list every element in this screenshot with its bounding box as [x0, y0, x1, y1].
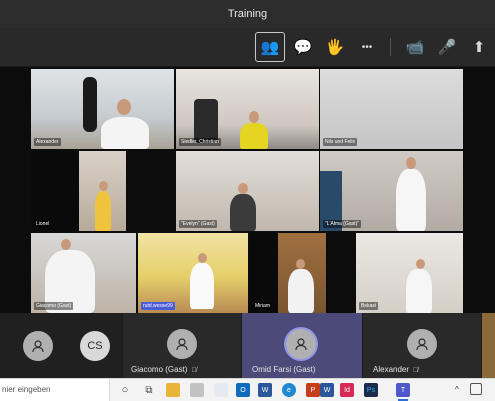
more-icon: ••• — [361, 41, 373, 53]
camera-icon: 📹 — [405, 39, 425, 56]
participant-tile[interactable] — [482, 313, 495, 378]
participant-head — [249, 111, 259, 123]
tile-label: "Evelyn" (Gast) — [179, 220, 217, 228]
reactions-button[interactable]: 🖐 — [320, 32, 350, 62]
participant-tile[interactable]: CS — [0, 313, 122, 378]
word-icon[interactable]: W — [258, 383, 272, 397]
video-tile[interactable]: Nils und Felix — [320, 69, 463, 149]
participant-name-row: Giacomo (Gast) 🎙̸ — [131, 365, 197, 374]
toolbar-divider — [390, 38, 391, 56]
participant-head — [99, 181, 108, 191]
search-placeholder: nier eingeben — [2, 385, 51, 394]
participant-head — [416, 259, 425, 269]
video-tile[interactable]: Bekasi — [356, 233, 463, 313]
tile-label: Giacomo (Gast) — [34, 302, 74, 310]
mic-off-icon: 🎙̸ — [191, 367, 197, 374]
indesign-icon[interactable]: Id — [340, 383, 354, 397]
tile-label: Bekasi — [359, 302, 379, 310]
edge-icon[interactable]: e — [282, 383, 296, 397]
person-icon — [416, 338, 428, 351]
person-icon — [32, 340, 44, 353]
avatar — [23, 331, 53, 361]
video-tile[interactable]: "L'Alma (Gast)" — [320, 151, 463, 231]
tile-label: Nils und Felix — [323, 138, 358, 146]
teams-icon[interactable]: T — [396, 383, 410, 401]
participant-name-row: Alexander 🎙̸ — [373, 365, 418, 374]
show-hidden-icons-icon[interactable]: ^ — [455, 385, 459, 394]
participants-button[interactable]: 👥 — [255, 32, 285, 62]
video-tile[interactable]: "Evelyn" (Gast) — [176, 151, 319, 231]
chat-button[interactable]: 💬 — [288, 32, 318, 62]
person-icon — [295, 338, 307, 351]
outlook-icon[interactable]: O — [236, 383, 250, 397]
share-icon: ⬆ — [472, 39, 486, 56]
task-view-icon[interactable]: ⧉ — [142, 383, 156, 397]
reactions-icon: 🖐 — [325, 39, 345, 56]
participant-body — [95, 191, 111, 231]
cortana-icon[interactable]: ○ — [118, 383, 132, 397]
participants-icon: 👥 — [260, 39, 280, 56]
background-object — [194, 99, 218, 143]
windows-taskbar: nier eingeben ○ ⧉ O W e P W Id Ps T ^ — [0, 378, 495, 401]
participant-head — [406, 157, 416, 169]
network-icon[interactable] — [470, 383, 482, 395]
avatar — [167, 329, 197, 359]
participant-tile[interactable]: Omid Farsi (Gast) — [242, 313, 362, 378]
video-tile[interactable]: Lionel — [31, 151, 126, 231]
participant-head — [198, 253, 207, 263]
avatar-initials: CS — [87, 340, 103, 352]
participant-name: Giacomo (Gast) — [131, 365, 188, 374]
participant-name: Alexander — [373, 365, 410, 374]
participant-head — [238, 183, 248, 194]
video-tile[interactable]: Alexander — [31, 69, 174, 149]
participant-body — [240, 123, 268, 149]
avatar — [407, 329, 437, 359]
participant-head — [61, 239, 71, 250]
participant-body — [230, 194, 256, 231]
microphone-button[interactable]: 🎤 — [432, 32, 462, 62]
title-bar: Training — [0, 0, 495, 28]
avatar: CS — [80, 331, 110, 361]
photoshop-icon[interactable]: Ps — [364, 383, 378, 397]
word-icon-2[interactable]: W — [320, 383, 334, 397]
participant-body — [101, 117, 149, 149]
video-tile[interactable]: Siedler, Christian — [176, 69, 319, 149]
video-tile[interactable]: Miriam — [250, 233, 328, 313]
video-tile[interactable]: Giacomo (Gast) — [31, 233, 136, 313]
tile-label: Alexander — [34, 138, 61, 146]
app-icon[interactable] — [190, 383, 204, 397]
participant-body — [288, 269, 314, 313]
tile-label: Siedler, Christian — [179, 138, 221, 146]
meeting-toolbar: 👥 💬 🖐 ••• 📹 🎤 ⬆ — [0, 28, 495, 67]
powerpoint-icon[interactable]: P — [306, 383, 320, 397]
tile-label: rutd.wesse99 — [141, 302, 175, 310]
app-icon[interactable] — [214, 383, 228, 397]
participant-body — [190, 263, 214, 309]
tile-label: Lionel — [34, 220, 52, 228]
video-gallery: Alexander Siedler, Christian Nils und Fe… — [0, 67, 495, 313]
more-actions-button[interactable]: ••• — [352, 32, 382, 62]
camera-button[interactable]: 📹 — [400, 32, 430, 62]
participant-name: Omid Farsi (Gast) — [252, 365, 316, 374]
person-icon — [176, 338, 188, 351]
chat-icon: 💬 — [293, 39, 313, 56]
tile-label: Miriam — [253, 302, 272, 310]
participant-body — [406, 269, 432, 313]
mic-off-icon: 🎙̸ — [413, 367, 419, 374]
participant-head — [296, 259, 305, 269]
taskbar-search-input[interactable]: nier eingeben — [0, 379, 110, 401]
microphone-icon: 🎤 — [437, 39, 457, 56]
participant-head — [117, 99, 131, 115]
avatar — [286, 329, 316, 359]
file-explorer-icon[interactable] — [166, 383, 180, 397]
tile-label: "L'Alma (Gast)" — [323, 220, 361, 228]
participant-tile[interactable]: Alexander 🎙̸ — [363, 313, 481, 378]
participant-body — [396, 169, 426, 231]
video-tile[interactable]: rutd.wesse99 — [138, 233, 248, 313]
participant-tile[interactable]: Giacomo (Gast) 🎙̸ — [123, 313, 241, 378]
window-title: Training — [227, 8, 268, 20]
punching-bag — [83, 77, 97, 132]
share-button[interactable]: ⬆ — [464, 32, 494, 62]
participant-strip: CS Giacomo (Gast) 🎙̸ Omid Farsi (Gast) Al… — [0, 313, 495, 378]
